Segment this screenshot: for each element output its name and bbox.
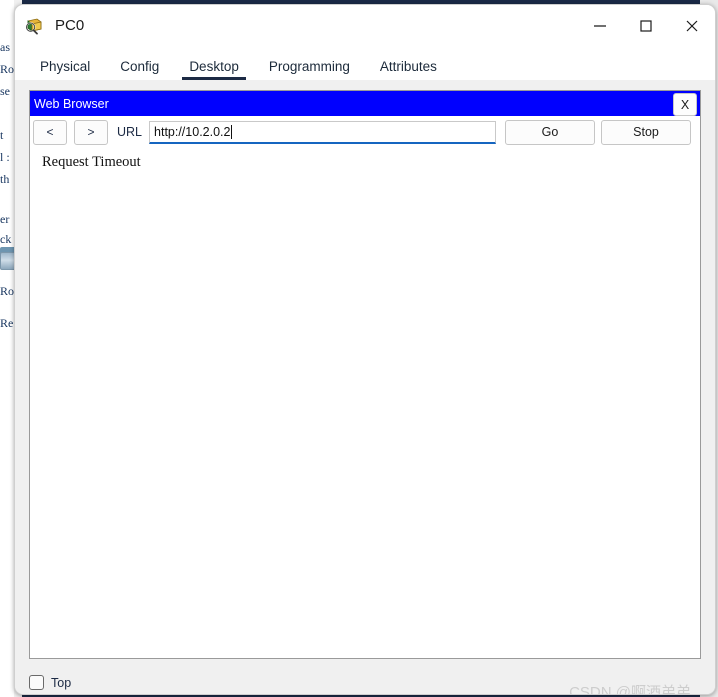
stop-button[interactable]: Stop: [601, 119, 691, 145]
url-input-value: http://10.2.0.2: [154, 124, 231, 139]
window-controls: [577, 5, 715, 46]
web-browser-title: Web Browser: [34, 96, 109, 111]
web-browser-close-button[interactable]: X: [673, 93, 697, 116]
text-caret: [231, 124, 233, 139]
web-browser-titlebar[interactable]: Web Browser X: [30, 91, 700, 116]
close-icon[interactable]: [669, 5, 715, 46]
tab-config[interactable]: Config: [113, 59, 166, 80]
tab-physical[interactable]: Physical: [33, 59, 97, 80]
go-button[interactable]: Go: [505, 119, 595, 145]
device-tab-bar: Physical Config Desktop Programming Attr…: [15, 46, 715, 80]
window-footer: Top CSDN @啊酒弟弟: [29, 659, 701, 695]
packet-tracer-inspect-icon: [24, 16, 44, 36]
window-title: PC0: [55, 17, 85, 34]
minimize-icon[interactable]: [577, 5, 623, 46]
maximize-icon[interactable]: [623, 5, 669, 46]
back-button[interactable]: <: [33, 119, 67, 145]
tab-attributes[interactable]: Attributes: [373, 59, 444, 80]
pc-device-window: PC0 Physical Config Desktop Programming …: [14, 4, 716, 695]
top-checkbox-label: Top: [51, 675, 72, 690]
forward-button[interactable]: >: [74, 119, 108, 145]
web-browser-panel: Web Browser X < > URL http://10.2.0.2 Go…: [29, 90, 701, 659]
window-titlebar[interactable]: PC0: [15, 5, 715, 46]
web-browser-toolbar: < > URL http://10.2.0.2 Go Stop: [30, 116, 700, 148]
watermark-text: CSDN @啊酒弟弟: [569, 684, 691, 695]
tab-programming[interactable]: Programming: [262, 59, 357, 80]
tab-desktop[interactable]: Desktop: [182, 59, 246, 80]
web-page-viewport: Request Timeout: [30, 148, 700, 658]
top-checkbox[interactable]: [29, 675, 44, 690]
screen-root: as Ro se t l : th er ck Ro Re PC0 Physic…: [0, 0, 718, 697]
background-panel: [0, 0, 14, 697]
page-status-message: Request Timeout: [42, 154, 141, 170]
url-label: URL: [117, 125, 143, 139]
desktop-tab-content: Web Browser X < > URL http://10.2.0.2 Go…: [15, 80, 715, 694]
top-checkbox-row[interactable]: Top: [29, 675, 71, 690]
url-input[interactable]: http://10.2.0.2: [149, 120, 496, 144]
